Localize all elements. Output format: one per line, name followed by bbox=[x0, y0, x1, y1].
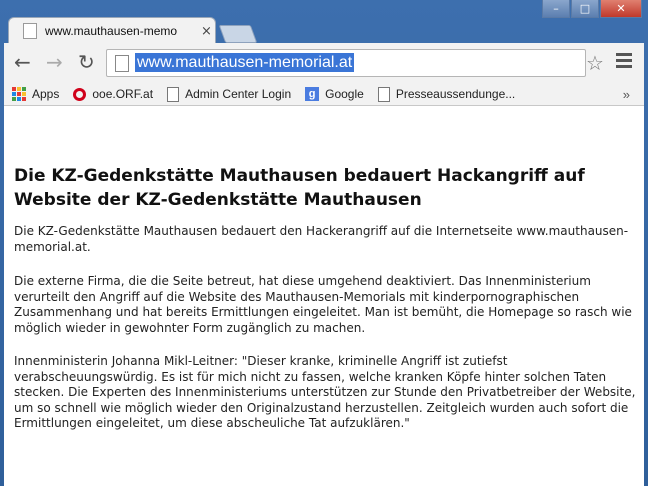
article-paragraph-1: Die KZ-Gedenkstätte Mauthausen bedauert … bbox=[14, 224, 629, 254]
reload-button[interactable]: ↻ bbox=[78, 52, 95, 72]
browser-tab[interactable]: www.mauthausen-memo × bbox=[8, 17, 216, 44]
address-bar[interactable]: www.mauthausen-memorial.at bbox=[106, 49, 586, 77]
article-paragraph-2: Die externe Firma, die die Seite betreut… bbox=[14, 274, 632, 335]
bookmark-label: ooe.ORF.at bbox=[92, 87, 154, 101]
orf-icon bbox=[73, 87, 87, 101]
menu-icon[interactable] bbox=[616, 53, 632, 71]
bookmarks-overflow-icon[interactable]: » bbox=[623, 87, 630, 102]
back-button[interactable]: ← bbox=[14, 52, 31, 72]
bookmark-presseaussendungen[interactable]: Presseaussendunge... bbox=[377, 86, 516, 102]
bookmark-star-icon[interactable]: ☆ bbox=[586, 51, 604, 75]
bookmark-label: Presseaussendunge... bbox=[395, 87, 516, 101]
bookmark-google[interactable]: g Google bbox=[305, 87, 364, 101]
toolbar: ← → ↻ www.mauthausen-memorial.at ☆ bbox=[4, 43, 644, 83]
bookmarks-bar: Apps ooe.ORF.at Admin Center Login g Goo… bbox=[4, 83, 644, 106]
bookmark-label: Apps bbox=[32, 87, 60, 101]
tab-close-icon[interactable]: × bbox=[201, 24, 212, 39]
bookmark-label: Admin Center Login bbox=[185, 87, 292, 101]
page-icon bbox=[377, 86, 390, 102]
maximize-button[interactable]: □ bbox=[571, 0, 599, 18]
bookmark-label: Google bbox=[325, 87, 364, 101]
bookmark-apps[interactable]: Apps bbox=[4, 87, 59, 101]
new-tab-button[interactable] bbox=[218, 25, 258, 43]
bookmark-admin-center[interactable]: Admin Center Login bbox=[167, 86, 292, 102]
article-paragraph-3: Innenministerin Johanna Mikl-Leitner: "D… bbox=[14, 354, 636, 430]
close-window-button[interactable]: ✕ bbox=[600, 0, 642, 18]
apps-icon bbox=[12, 87, 26, 101]
article-heading: Die KZ-Gedenkstätte Mauthausen bedauert … bbox=[14, 166, 585, 210]
page-icon bbox=[167, 86, 180, 102]
url-text[interactable]: www.mauthausen-memorial.at bbox=[135, 53, 355, 72]
minimize-button[interactable]: – bbox=[542, 0, 570, 18]
window-controls: – □ ✕ bbox=[542, 0, 642, 18]
browser-window: – □ ✕ www.mauthausen-memo × ← → ↻ www.ma… bbox=[0, 0, 648, 486]
page-content: Die KZ-Gedenkstätte Mauthausen bedauert … bbox=[4, 106, 644, 486]
page-icon bbox=[115, 55, 129, 72]
forward-button[interactable]: → bbox=[46, 52, 63, 72]
google-icon: g bbox=[305, 87, 320, 101]
bookmark-orf[interactable]: ooe.ORF.at bbox=[73, 87, 153, 101]
tab-title: www.mauthausen-memo bbox=[45, 24, 178, 38]
page-icon bbox=[23, 23, 37, 39]
